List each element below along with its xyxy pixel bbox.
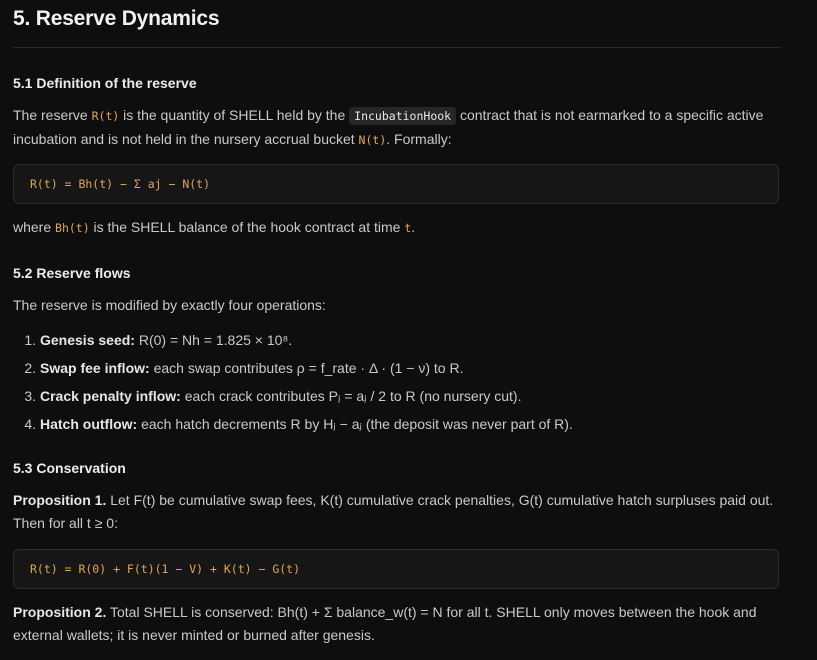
inline-code-pill: IncubationHook xyxy=(349,107,457,125)
list-item-label: Hatch outflow: xyxy=(40,416,138,432)
list-item-label: Crack penalty inflow: xyxy=(40,388,181,404)
text-run: The reserve xyxy=(13,107,92,123)
list-item: 1. Genesis seed: R(0) = Nh = 1.825 × 10⁸. xyxy=(13,326,573,354)
section-5-1-where-paragraph: where Bh(t) is the SHELL balance of the … xyxy=(13,216,783,240)
list-item: 2. Swap fee inflow: each swap contributes… xyxy=(13,354,573,382)
reserve-formula-block[interactable]: R(t) = Bh(t) − Σ aj − N(t) xyxy=(13,164,779,204)
inline-code: R(t) xyxy=(91,109,120,123)
page-title: 5. Reserve Dynamics xyxy=(13,7,220,30)
inline-code: N(t) xyxy=(358,133,387,147)
proposition-text: Total SHELL is conserved: Bh(t) + Σ bala… xyxy=(13,604,757,643)
section-5-2-intro: The reserve is modified by exactly four … xyxy=(13,297,326,313)
list-item: 3. Crack penalty inflow: each crack contr… xyxy=(13,382,573,410)
proposition-label: Proposition 2. xyxy=(13,604,107,620)
text-run: where xyxy=(13,219,56,235)
text-run: is the quantity of SHELL held by the xyxy=(119,107,350,123)
list-item-label: Genesis seed: xyxy=(40,332,135,348)
proposition-text: Let F(t) be cumulative swap fees, K(t) c… xyxy=(13,492,774,531)
text-run: is the SHELL balance of the hook contrac… xyxy=(89,219,405,235)
proposition-1: Proposition 1. Let F(t) be cumulative sw… xyxy=(13,489,783,535)
list-number: 1. xyxy=(24,332,36,348)
section-5-2-title: 5.2 Reserve flows xyxy=(13,265,131,281)
proposition-2: Proposition 2. Total SHELL is conserved:… xyxy=(13,601,783,647)
list-item-text: R(0) = Nh = 1.825 × 10⁸. xyxy=(134,332,293,348)
proposition-label: Proposition 1. xyxy=(13,492,107,508)
section-5-1-title: 5.1 Definition of the reserve xyxy=(13,75,197,91)
list-item-text: each swap contributes ρ = f_rate · Δ · (… xyxy=(149,360,464,376)
list-number: 2. xyxy=(24,360,36,376)
list-number: 3. xyxy=(24,388,36,404)
formula-text: R(t) = R(0) + F(t)(1 − V) + K(t) − G(t) xyxy=(30,562,301,576)
heading-divider xyxy=(13,47,781,48)
formula-text: R(t) = Bh(t) − Σ aj − N(t) xyxy=(30,177,211,191)
reserve-flows-list: 1. Genesis seed: R(0) = Nh = 1.825 × 10⁸.… xyxy=(13,326,573,438)
text-run: . xyxy=(411,219,416,235)
conservation-formula-block[interactable]: R(t) = R(0) + F(t)(1 − V) + K(t) − G(t) xyxy=(13,549,779,589)
section-5-1-paragraph: The reserve R(t) is the quantity of SHEL… xyxy=(13,104,783,152)
text-run: . Formally: xyxy=(386,131,452,147)
inline-code: Bh(t) xyxy=(55,221,90,235)
section-5-3-title: 5.3 Conservation xyxy=(13,460,126,476)
list-item-text: each hatch decrements R by Hⱼ − aⱼ (the … xyxy=(137,416,573,432)
list-number: 4. xyxy=(24,416,36,432)
document-page: 5. Reserve Dynamics 5.1 Definition of th… xyxy=(0,0,817,660)
list-item-label: Swap fee inflow: xyxy=(40,360,150,376)
list-item: 4. Hatch outflow: each hatch decrements R… xyxy=(13,410,573,438)
list-item-text: each crack contributes Pⱼ = aⱼ / 2 to R … xyxy=(180,388,522,404)
